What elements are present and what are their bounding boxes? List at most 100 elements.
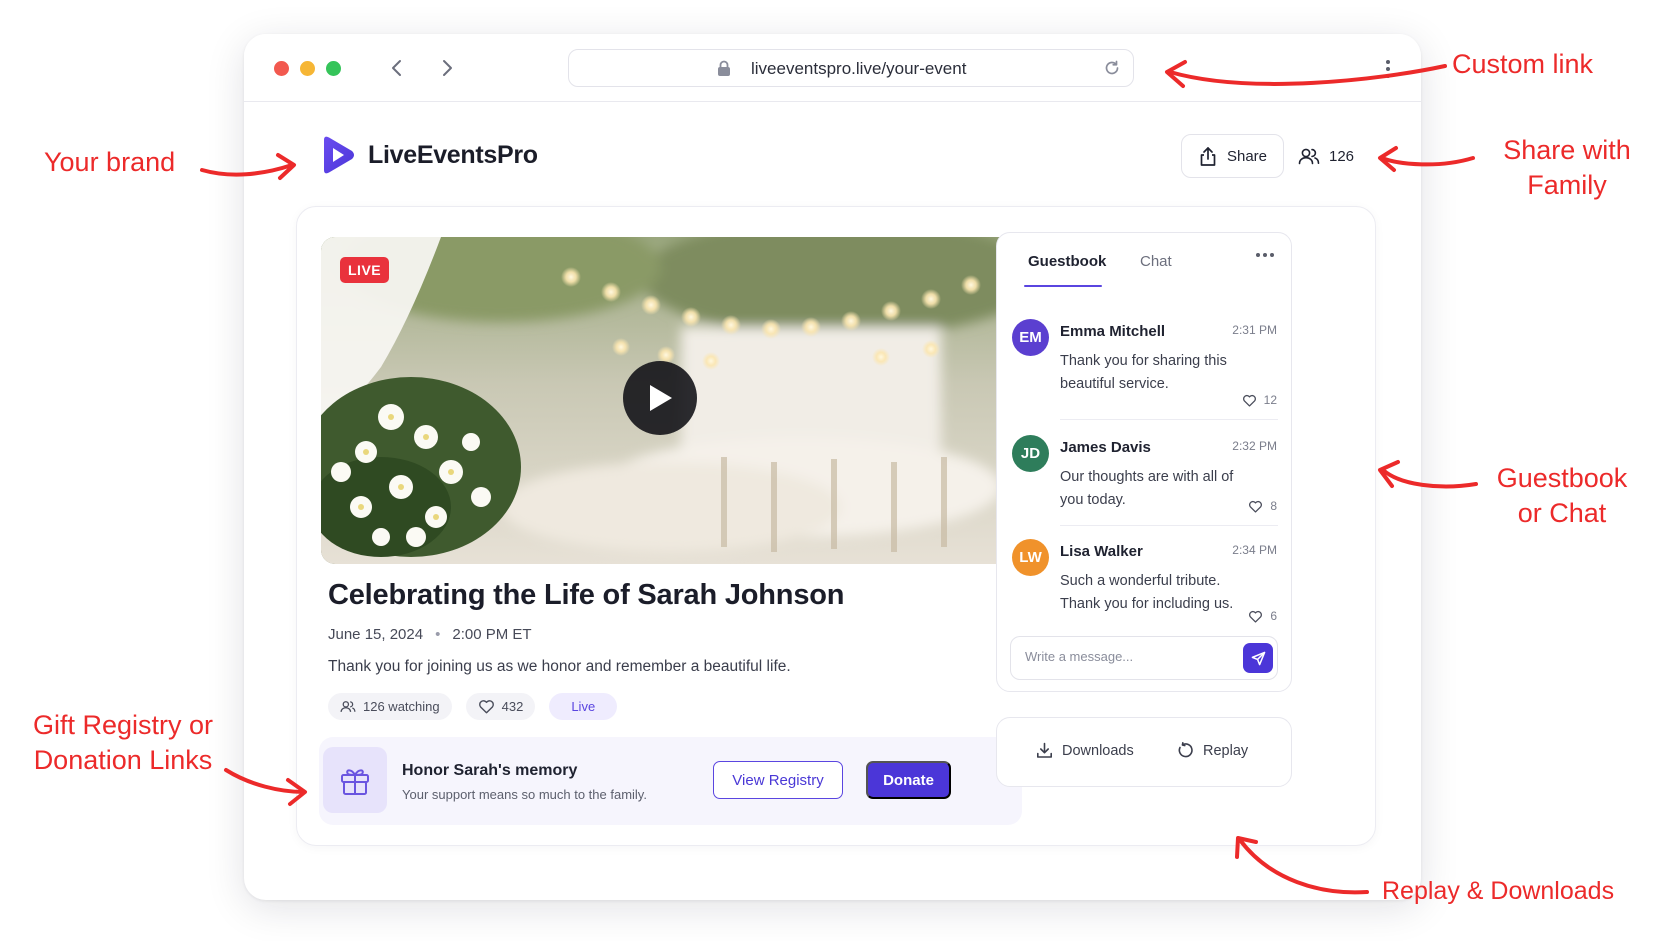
event-date: June 15, 2024 (328, 626, 424, 643)
gift-icon-box (323, 747, 387, 813)
gift-icon (341, 769, 369, 795)
guestbook-entry: JD James Davis 2:32 PM Our thoughts are … (1012, 435, 1277, 535)
browser-window: liveeventspro.live/your-event LiveEvents… (244, 34, 1421, 900)
reload-icon[interactable] (1103, 59, 1121, 82)
annotation-your-brand: Your brand (44, 147, 176, 177)
replay-button[interactable]: Replay (1177, 742, 1248, 759)
brand-logo[interactable]: LiveEventsPro (320, 134, 538, 176)
close-window-button[interactable] (274, 61, 289, 76)
viewer-count[interactable]: 126 (1298, 134, 1354, 178)
tab-chat[interactable]: Chat (1140, 253, 1172, 270)
event-description: Thank you for joining us as we honor and… (328, 658, 791, 675)
live-status-pill: Live (549, 693, 618, 720)
replay-icon (1178, 742, 1193, 758)
annotation-gift-registry: Gift Registry or Donation Links (18, 708, 228, 778)
heart-icon (1249, 610, 1263, 623)
browser-menu-icon[interactable] (1378, 54, 1398, 84)
entry-text: Such a wonderful tribute. Thank you for … (1060, 573, 1234, 612)
guestbook-panel: Guestbook Chat EM Emma Mitchell 2:31 PM … (996, 232, 1292, 692)
play-logo-icon (324, 136, 354, 174)
replay-label: Replay (1203, 742, 1249, 759)
play-button[interactable] (623, 361, 697, 435)
annotation-gift-line1: Gift Registry or (32, 710, 214, 740)
play-icon (650, 385, 672, 411)
annotation-gift-line2: Donation Links (33, 745, 213, 775)
entry-like-count: 6 (1270, 609, 1277, 623)
downloads-label: Downloads (1062, 742, 1134, 759)
entry-author: James Davis (1060, 439, 1151, 456)
back-button[interactable] (383, 54, 411, 82)
message-composer (1010, 636, 1278, 680)
share-button[interactable]: Share (1181, 134, 1284, 178)
entry-like-button[interactable]: 8 (1248, 499, 1277, 513)
send-button[interactable] (1243, 643, 1273, 673)
annotation-share-family-line1: Share with (1503, 135, 1631, 165)
likes-count: 432 (501, 699, 524, 714)
url-text: liveeventspro.live/your-event (751, 59, 967, 78)
chevron-left-icon (392, 60, 401, 76)
avatar: LW (1012, 539, 1049, 576)
entry-time: 2:32 PM (1232, 439, 1277, 453)
annotation-share-family-line2: Family (1527, 170, 1607, 200)
address-bar[interactable]: liveeventspro.live/your-event (568, 49, 1134, 87)
share-icon (1200, 146, 1216, 166)
annotation-custom-link: Custom link (1452, 49, 1594, 79)
event-meta: June 15, 2024 • 2:00 PM ET (328, 626, 532, 643)
registry-banner: Honor Sarah's memory Your support means … (319, 737, 1022, 825)
event-time: 2:00 PM ET (452, 626, 532, 643)
entry-text: Thank you for sharing this beautiful ser… (1060, 353, 1227, 392)
browser-toolbar: liveeventspro.live/your-event (244, 34, 1421, 102)
more-options-icon[interactable] (1256, 253, 1274, 257)
watching-count: 126 watching (363, 699, 440, 714)
lock-icon (717, 60, 731, 82)
meta-separator: • (435, 626, 441, 643)
heart-icon (1249, 500, 1263, 513)
active-tab-indicator (1024, 285, 1102, 287)
users-icon (340, 701, 356, 712)
entry-like-button[interactable]: 6 (1248, 609, 1277, 623)
minimize-window-button[interactable] (300, 61, 315, 76)
registry-title: Honor Sarah's memory (402, 762, 578, 779)
entry-text: Our thoughts are with all of you today. (1060, 469, 1234, 508)
media-actions-panel: Downloads Replay (996, 717, 1292, 787)
live-badge: LIVE (340, 257, 390, 283)
registry-subtitle: Your support means so much to the family… (402, 787, 647, 802)
download-icon (1037, 742, 1052, 758)
event-card: LIVE Celebrating the Life of Sarah Johns… (296, 206, 1376, 846)
entry-divider (1060, 419, 1278, 420)
entry-like-count: 12 (1263, 393, 1277, 407)
heart-icon (478, 700, 494, 714)
event-title: Celebrating the Life of Sarah Johnson (328, 579, 845, 611)
donate-button[interactable]: Donate (866, 761, 951, 799)
entry-like-button[interactable]: 12 (1242, 393, 1277, 407)
avatar: EM (1012, 319, 1049, 356)
video-player[interactable]: LIVE (321, 237, 1018, 564)
entry-time: 2:34 PM (1232, 543, 1277, 557)
entry-author: Emma Mitchell (1060, 323, 1166, 340)
message-input[interactable] (1025, 649, 1235, 664)
view-registry-button[interactable]: View Registry (713, 761, 843, 799)
maximize-window-button[interactable] (326, 61, 341, 76)
annotation-guestbook-line2: or Chat (1517, 498, 1607, 528)
send-icon (1251, 651, 1265, 665)
heart-icon (1242, 394, 1256, 407)
entry-like-count: 8 (1270, 499, 1277, 513)
chevron-right-icon (443, 60, 452, 76)
watching-pill: 126 watching (328, 693, 452, 720)
downloads-button[interactable]: Downloads (1036, 742, 1134, 759)
annotation-replay-downloads: Replay & Downloads (1382, 877, 1615, 905)
brand-name: LiveEventsPro (368, 140, 538, 169)
entry-divider (1060, 525, 1278, 526)
share-label: Share (1226, 147, 1268, 165)
likes-pill[interactable]: 432 (465, 693, 536, 720)
guestbook-entry: EM Emma Mitchell 2:31 PM Thank you for s… (1012, 319, 1277, 419)
annotation-share-family: Share with Family (1482, 133, 1652, 203)
tab-guestbook[interactable]: Guestbook (1028, 253, 1106, 270)
users-icon (1298, 148, 1320, 165)
entry-author: Lisa Walker (1060, 543, 1143, 560)
annotation-guestbook-line1: Guestbook (1496, 463, 1628, 493)
guestbook-entry: LW Lisa Walker 2:34 PM Such a wonderful … (1012, 539, 1277, 639)
viewer-count-value: 126 (1329, 147, 1355, 165)
forward-button[interactable] (433, 54, 461, 82)
event-stats: 126 watching 432 Live (328, 693, 618, 720)
